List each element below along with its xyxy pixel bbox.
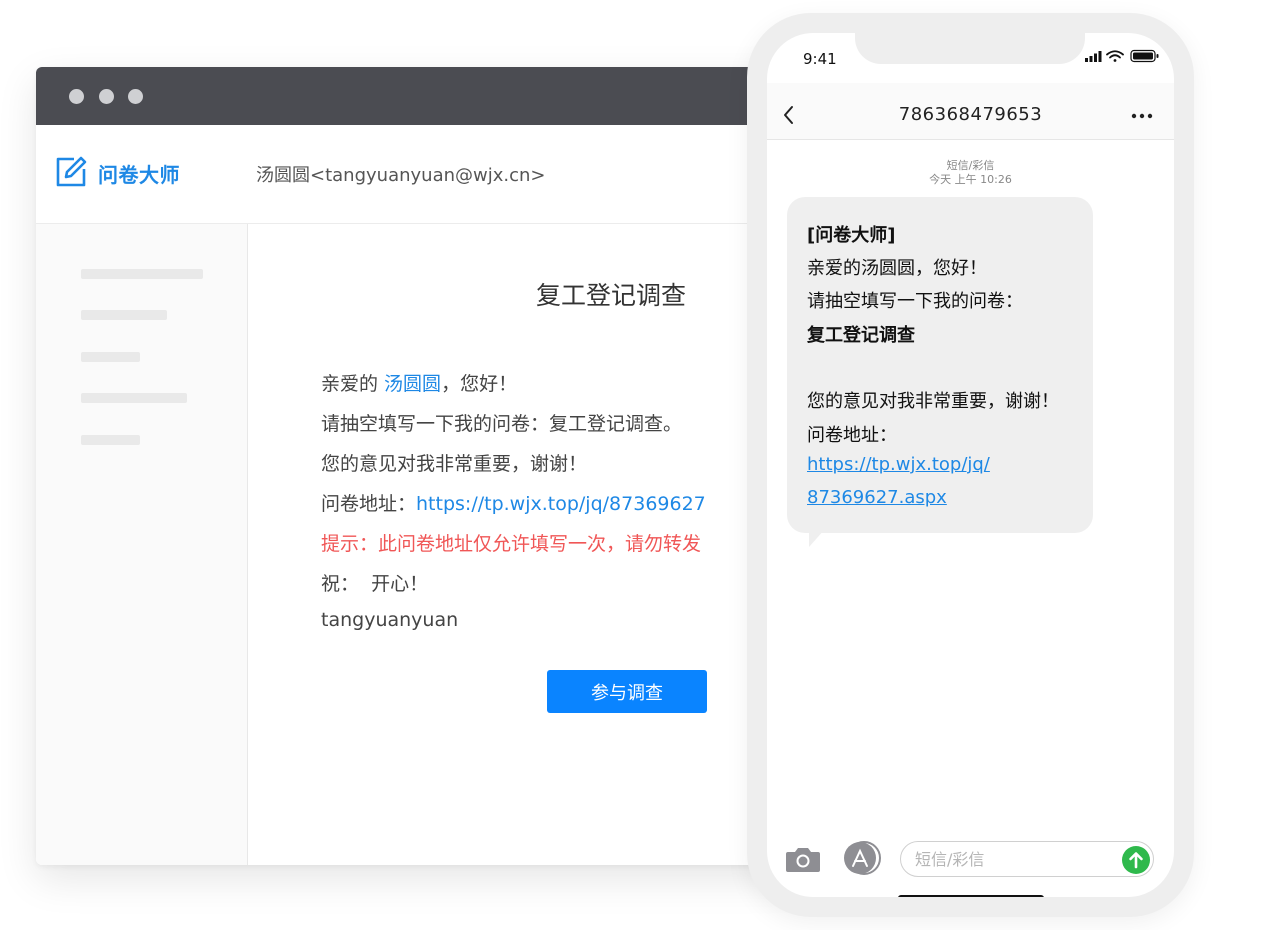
window-minimize-dot[interactable] <box>99 89 114 104</box>
window-titlebar <box>36 67 816 125</box>
sidebar-placeholder-line <box>81 393 187 403</box>
signal-icon <box>1085 51 1102 62</box>
phone-screen: 9:41 786368479653 短信/彩信 今天 上午 10:26 [问卷大… <box>767 33 1174 897</box>
mail-body: 复工登记调查 亲爱的 汤圆圆，您好！ 请抽空填写一下我的问卷：复工登记调查。 您… <box>248 224 816 865</box>
invite-line: 请抽空填写一下我的问卷：复工登记调查。 <box>321 413 683 435</box>
sms-link[interactable]: https://tp.wjx.top/jq/ <box>807 454 990 475</box>
wish-line: 祝： 开心！ <box>321 573 429 595</box>
message-composer <box>767 833 1174 883</box>
home-indicator[interactable] <box>898 895 1044 897</box>
battery-icon <box>1130 49 1159 63</box>
message-meta: 短信/彩信 今天 上午 10:26 <box>767 159 1174 187</box>
send-icon[interactable] <box>1122 846 1150 874</box>
signature: tangyuanyuan <box>321 609 459 631</box>
sidebar-placeholder-line <box>81 352 140 362</box>
survey-link-label: 问卷地址： <box>321 493 417 515</box>
join-survey-button[interactable]: 参与调查 <box>547 670 707 713</box>
app-store-icon[interactable] <box>842 841 882 875</box>
greeting-suffix: ，您好！ <box>441 373 518 395</box>
mail-sidebar <box>36 224 248 865</box>
sms-link[interactable]: 87369627.aspx <box>807 487 947 508</box>
phone-frame: 9:41 786368479653 短信/彩信 今天 上午 10:26 [问卷大… <box>747 13 1194 917</box>
sms-line: 问卷地址： <box>807 425 897 446</box>
sms-line: 亲爱的汤圆圆，您好！ <box>807 258 987 279</box>
thanks-line: 您的意见对我非常重要，谢谢！ <box>321 453 588 475</box>
sms-line: 复工登记调查 <box>807 325 915 346</box>
status-time: 9:41 <box>803 50 837 68</box>
sidebar-placeholder-line <box>81 310 167 320</box>
sms-bubble: [问卷大师] 亲爱的汤圆圆，您好！ 请抽空填写一下我的问卷： 复工登记调查 您的… <box>787 197 1093 533</box>
message-time: 今天 上午 10:26 <box>929 173 1012 186</box>
window-close-dot[interactable] <box>69 89 84 104</box>
window-maximize-dot[interactable] <box>128 89 143 104</box>
mail-window: 问卷大师 汤圆圆<tangyuanyuan@wjx.cn> 复工登记调查 亲爱的… <box>36 67 816 865</box>
more-icon[interactable] <box>1131 113 1153 119</box>
sender-address: 汤圆圆<tangyuanyuan@wjx.cn> <box>256 165 546 186</box>
mail-header: 问卷大师 汤圆圆<tangyuanyuan@wjx.cn> <box>36 125 816 224</box>
mail-title: 复工登记调查 <box>536 281 687 310</box>
tip-line: 提示：此问卷地址仅允许填写一次，请勿转发 <box>321 533 702 555</box>
conversation-nav: 786368479653 <box>767 83 1174 140</box>
contact-number: 786368479653 <box>898 104 1043 125</box>
brand-name: 问卷大师 <box>98 163 180 187</box>
phone-notch <box>855 33 1085 64</box>
sidebar-placeholder-line <box>81 269 203 279</box>
survey-link[interactable]: https://tp.wjx.top/jq/87369627 <box>416 493 706 515</box>
wifi-icon <box>1106 50 1124 62</box>
sms-line: 请抽空填写一下我的问卷： <box>807 291 1023 312</box>
sms-line: [问卷大师] <box>807 225 896 246</box>
greeting-prefix: 亲爱的 <box>321 373 385 395</box>
edit-icon <box>56 156 87 187</box>
sms-bubble-tail <box>809 529 825 547</box>
recipient-name: 汤圆圆 <box>384 373 442 395</box>
status-icons <box>1085 49 1159 63</box>
sms-line: 您的意见对我非常重要，谢谢！ <box>807 391 1059 412</box>
camera-icon[interactable] <box>785 845 821 873</box>
sidebar-placeholder-line <box>81 435 140 445</box>
survey-link-line: 问卷地址：https://tp.wjx.top/jq/87369627 <box>321 489 706 516</box>
greeting-line: 亲爱的 汤圆圆，您好！ <box>321 369 517 396</box>
message-type: 短信/彩信 <box>946 159 995 172</box>
sms-input[interactable] <box>900 841 1154 877</box>
